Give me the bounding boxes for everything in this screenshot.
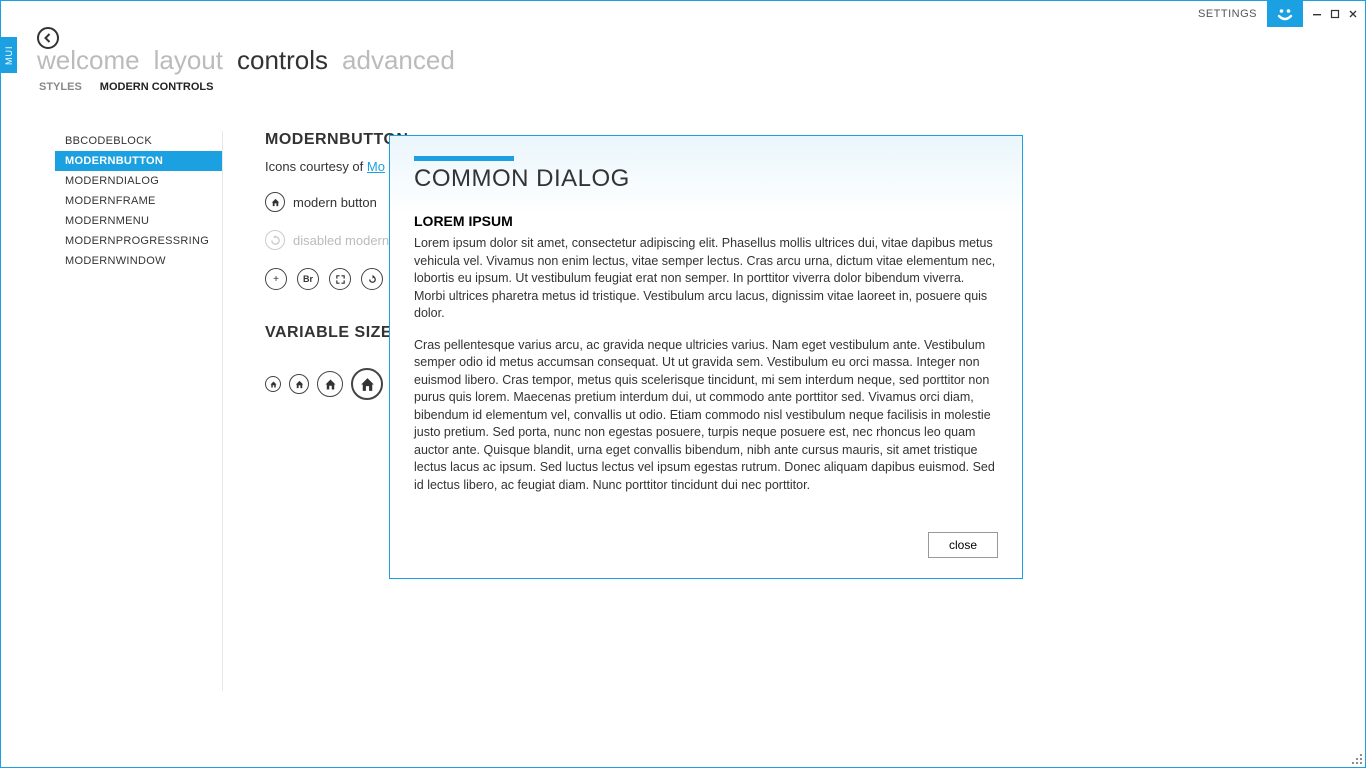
dialog-accent-bar	[414, 156, 514, 161]
window-controls	[1303, 1, 1365, 27]
close-button[interactable]	[1347, 8, 1359, 20]
dialog-section-title: LOREM IPSUM	[414, 213, 998, 229]
home-icon	[270, 197, 281, 208]
smile-icon	[1275, 4, 1295, 24]
home-icon	[294, 379, 305, 390]
size-btn-m[interactable]	[317, 371, 343, 397]
dialog-paragraph-2: Cras pellentesque varius arcu, ac gravid…	[414, 337, 998, 495]
common-dialog: COMMON DIALOG LOREM IPSUM Lorem ipsum do…	[389, 135, 1023, 579]
subtitle-link[interactable]: Mo	[367, 159, 385, 174]
dialog-buttons: close	[414, 532, 998, 558]
title-bar: SETTINGS	[1, 1, 1365, 27]
icon-btn-redo[interactable]	[361, 268, 383, 290]
refresh-icon	[270, 235, 281, 246]
mui-side-tab[interactable]: MUI	[1, 37, 17, 73]
dialog-title: COMMON DIALOG	[414, 165, 998, 193]
main-tabs: welcome layout controls advanced	[37, 45, 455, 76]
modern-button-1[interactable]	[265, 192, 285, 212]
subtab-styles[interactable]: STYLES	[39, 81, 82, 93]
sidebar-item-moderndialog[interactable]: MODERNDIALOG	[55, 171, 222, 191]
tab-layout[interactable]: layout	[154, 45, 223, 76]
sidebar-item-modernbutton[interactable]: MODERNBUTTON	[55, 151, 222, 171]
sidebar-item-bbcodeblock[interactable]: BBCODEBLOCK	[55, 131, 222, 151]
app-logo	[1267, 1, 1303, 27]
dialog-close-button[interactable]: close	[928, 532, 998, 558]
sub-tabs: STYLES MODERN CONTROLS	[39, 81, 213, 93]
settings-link[interactable]: SETTINGS	[1194, 1, 1267, 27]
icon-btn-expand[interactable]	[329, 268, 351, 290]
sidebar: BBCODEBLOCK MODERNBUTTON MODERNDIALOG MO…	[55, 131, 223, 691]
subtitle-prefix: Icons courtesy of	[265, 159, 367, 174]
sidebar-item-modernmenu[interactable]: MODERNMENU	[55, 211, 222, 231]
sidebar-item-modernframe[interactable]: MODERNFRAME	[55, 191, 222, 211]
icon-btn-plus[interactable]: +	[265, 268, 287, 290]
minimize-icon	[1312, 9, 1322, 19]
app-window: SETTINGS MUI welcome layout	[0, 0, 1366, 768]
expand-icon	[335, 274, 346, 285]
home-icon	[358, 375, 377, 394]
size-btn-l[interactable]	[351, 368, 383, 400]
tab-controls[interactable]: controls	[237, 45, 328, 76]
tab-welcome[interactable]: welcome	[37, 45, 140, 76]
sidebar-item-modernprogressring[interactable]: MODERNPROGRESSRING	[55, 231, 222, 251]
subtab-modern-controls[interactable]: MODERN CONTROLS	[100, 81, 214, 93]
close-icon	[1348, 9, 1358, 19]
home-icon	[269, 380, 278, 389]
home-icon	[323, 377, 338, 392]
minimize-button[interactable]	[1311, 8, 1323, 20]
tab-advanced[interactable]: advanced	[342, 45, 455, 76]
maximize-button[interactable]	[1329, 8, 1341, 20]
modern-button-disabled-label: disabled modern	[293, 233, 389, 248]
icon-btn-br[interactable]: Br	[297, 268, 319, 290]
maximize-icon	[1330, 9, 1340, 19]
size-btn-s[interactable]	[289, 374, 309, 394]
resize-grip[interactable]	[1351, 753, 1363, 765]
sidebar-item-modernwindow[interactable]: MODERNWINDOW	[55, 251, 222, 271]
redo-icon	[367, 274, 378, 285]
size-btn-xs[interactable]	[265, 376, 281, 392]
modern-button-disabled	[265, 230, 285, 250]
arrow-left-icon	[42, 32, 54, 44]
dialog-paragraph-1: Lorem ipsum dolor sit amet, consectetur …	[414, 235, 998, 323]
modern-button-1-label: modern button	[293, 195, 377, 210]
